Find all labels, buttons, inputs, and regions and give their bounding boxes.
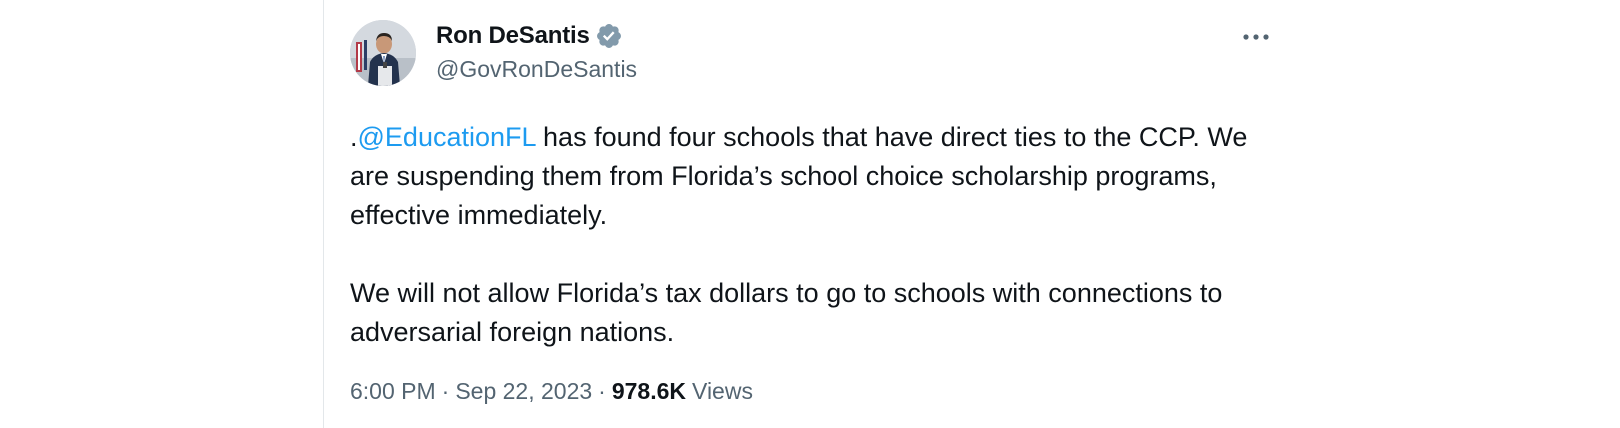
author-display-name[interactable]: Ron DeSantis xyxy=(436,22,590,50)
tweet: Ron DeSantis @GovRonDeSantis .@Education… xyxy=(350,0,1290,428)
tweet-date[interactable]: Sep 22, 2023 xyxy=(455,378,592,405)
author-name-row: Ron DeSantis xyxy=(436,22,623,50)
meta-separator: · xyxy=(598,378,606,404)
tweet-meta: 6:00 PM · Sep 22, 2023 · 978.6K Views xyxy=(350,378,753,405)
avatar[interactable] xyxy=(350,20,416,86)
views-label: Views xyxy=(692,378,753,404)
avatar-photo xyxy=(350,20,416,86)
page: Ron DeSantis @GovRonDeSantis .@Education… xyxy=(0,0,1620,428)
author-handle[interactable]: @GovRonDeSantis xyxy=(436,56,637,83)
mention-link[interactable]: @EducationFL xyxy=(358,122,536,152)
tweet-time[interactable]: 6:00 PM xyxy=(350,378,436,405)
column-divider xyxy=(323,0,324,428)
tweet-text: .@EducationFL has found four schools tha… xyxy=(350,118,1280,352)
more-options-button[interactable] xyxy=(1236,22,1276,52)
more-horizontal-icon xyxy=(1243,34,1269,40)
tweet-lead-punct: . xyxy=(350,122,358,152)
verified-badge-icon[interactable] xyxy=(595,22,623,50)
tweet-paragraph-2: We will not allow Florida’s tax dollars … xyxy=(350,278,1223,347)
tweet-paragraph-1: .@EducationFL has found four schools tha… xyxy=(350,118,1280,235)
meta-separator: · xyxy=(441,378,450,404)
views-count[interactable]: 978.6K xyxy=(612,378,692,405)
